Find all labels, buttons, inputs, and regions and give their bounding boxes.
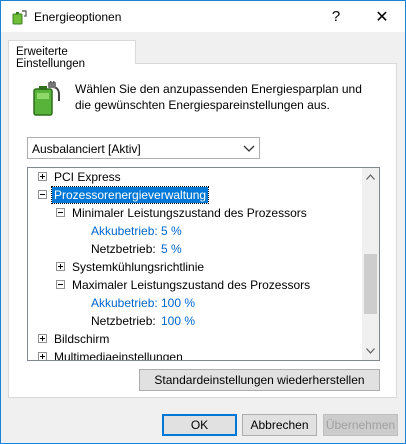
tree-scrollbar[interactable]: [362, 168, 379, 360]
tree-item-label-selected: Prozessorenergieverwaltung: [50, 186, 210, 204]
chevron-down-icon: [243, 145, 255, 152]
apply-button: Übernehmen: [323, 414, 398, 436]
tree-item-label: Minimaler Leistungszustand des Prozessor…: [72, 206, 307, 220]
collapse-minus-icon[interactable]: [38, 190, 47, 199]
tab-advanced-settings[interactable]: Erweiterte Einstellungen: [8, 40, 136, 70]
title-bar: Energieoptionen ? ✕: [1, 1, 405, 32]
power-options-dialog: Energieoptionen ? ✕ Erweiterte Einstellu…: [0, 0, 406, 444]
setting-name: Akkubetrieb:: [91, 296, 158, 310]
tree-item-label: Systemkühlungsrichtlinie: [72, 260, 205, 274]
setting-value[interactable]: 5 %: [161, 242, 182, 256]
collapse-minus-icon[interactable]: [56, 280, 65, 289]
tab-label: Erweiterte Einstellungen: [16, 46, 86, 70]
close-button[interactable]: ✕: [359, 1, 405, 32]
tree-item-label: Multimediaeinstellungen: [54, 350, 183, 361]
tree-item-label: PCI Express: [54, 170, 121, 184]
description-text: Wählen Sie den anzupassenden Energiespar…: [75, 82, 362, 112]
ok-button[interactable]: OK: [162, 414, 237, 436]
tree-item-label: Bildschirm: [54, 332, 110, 346]
setting-value[interactable]: 100 %: [161, 314, 195, 328]
power-options-icon: [12, 10, 27, 25]
battery-plug-icon: [33, 81, 60, 116]
expand-plus-icon[interactable]: [38, 172, 47, 181]
expand-plus-icon[interactable]: [38, 352, 47, 360]
window-title: Energieoptionen: [34, 10, 122, 24]
setting-value[interactable]: 100 %: [161, 296, 195, 310]
restore-defaults-button[interactable]: Standardeinstellungen wiederherstellen: [139, 369, 380, 391]
collapse-minus-icon[interactable]: [56, 208, 65, 217]
setting-name: Netzbetrieb:: [91, 242, 156, 256]
help-button[interactable]: ?: [313, 1, 359, 32]
expand-plus-icon[interactable]: [56, 262, 65, 271]
setting-name: Akkubetrieb:: [91, 224, 158, 238]
scroll-thumb[interactable]: [364, 254, 377, 314]
power-plan-select[interactable]: Ausbalanciert [Aktiv]: [27, 137, 260, 159]
setting-name: Netzbetrieb:: [91, 314, 156, 328]
cancel-button[interactable]: Abbrechen: [242, 414, 317, 436]
settings-tree[interactable]: PCI Express Prozessorenergieverwaltung M…: [27, 167, 380, 361]
power-plan-value: Ausbalanciert [Aktiv]: [32, 142, 141, 156]
tree-item-label: Maximaler Leistungszustand des Prozessor…: [72, 278, 311, 292]
expand-plus-icon[interactable]: [38, 334, 47, 343]
setting-value[interactable]: 5 %: [161, 224, 182, 238]
scroll-down-icon[interactable]: [366, 348, 375, 354]
scroll-up-icon[interactable]: [366, 174, 375, 180]
